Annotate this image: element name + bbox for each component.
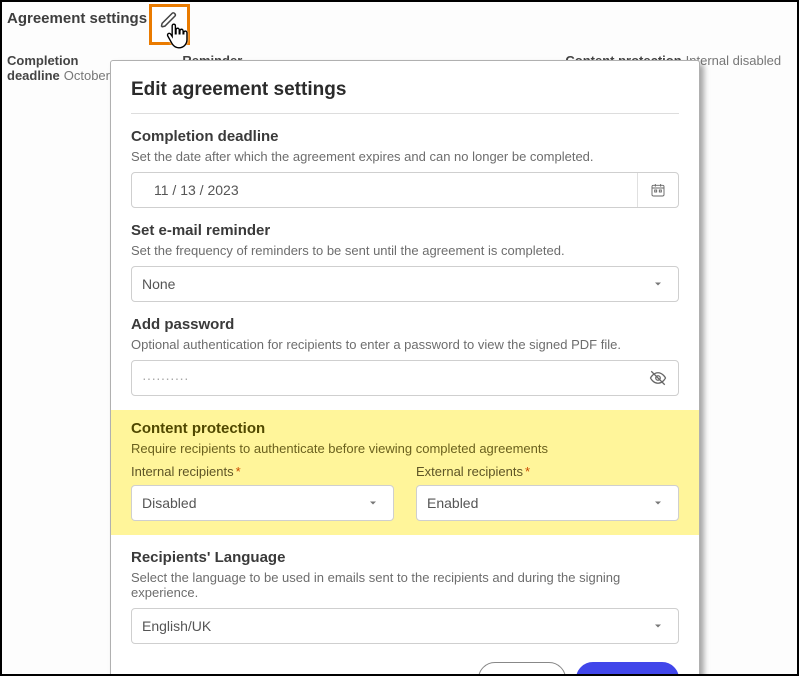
completion-title: Completion deadline <box>131 128 679 145</box>
reminder-value: None <box>142 276 175 292</box>
reminder-title: Set e-mail reminder <box>131 222 679 239</box>
language-desc: Select the language to be used in emails… <box>131 570 679 600</box>
password-title: Add password <box>131 316 679 333</box>
external-recipients-select[interactable]: Enabled <box>416 485 679 521</box>
chevron-down-icon <box>363 493 383 513</box>
internal-recipients-value: Disabled <box>142 495 196 511</box>
external-recipients-value: Enabled <box>427 495 478 511</box>
cancel-button[interactable]: Cancel <box>478 662 566 676</box>
date-yyyy: 2023 <box>207 182 238 198</box>
date-mm: 11 <box>154 182 169 198</box>
chevron-down-icon <box>648 274 668 294</box>
continue-button[interactable]: Continue <box>576 662 679 676</box>
section-completion: Completion deadline Set the date after w… <box>131 128 679 208</box>
edit-settings-modal: Edit agreement settings Completion deadl… <box>110 60 700 676</box>
completion-desc: Set the date after which the agreement e… <box>131 149 679 164</box>
reminder-desc: Set the frequency of reminders to be sen… <box>131 243 679 258</box>
external-recipients-label: External recipients* <box>416 464 679 479</box>
password-desc: Optional authentication for recipients t… <box>131 337 679 352</box>
section-password: Add password Optional authentication for… <box>131 316 679 396</box>
chevron-down-icon <box>648 493 668 513</box>
language-select[interactable]: English/UK <box>131 608 679 644</box>
section-reminder: Set e-mail reminder Set the frequency of… <box>131 222 679 302</box>
divider <box>131 113 679 114</box>
password-input[interactable]: ·········· <box>131 360 679 396</box>
internal-recipients-select[interactable]: Disabled <box>131 485 394 521</box>
pencil-icon <box>160 11 178 34</box>
page-title: Agreement settings <box>7 10 147 27</box>
chevron-down-icon <box>648 616 668 636</box>
completion-date-input[interactable]: 11 / 13 / 2023 <box>131 172 679 208</box>
modal-title: Edit agreement settings <box>131 79 679 101</box>
edit-settings-button[interactable] <box>149 4 190 45</box>
section-content-protection: Content protection Require recipients to… <box>111 410 699 535</box>
password-value: ·········· <box>142 370 189 386</box>
language-title: Recipients' Language <box>131 549 679 566</box>
protection-desc: Require recipients to authenticate befor… <box>131 441 679 456</box>
internal-recipients-label: Internal recipients* <box>131 464 394 479</box>
reminder-select[interactable]: None <box>131 266 679 302</box>
section-language: Recipients' Language Select the language… <box>131 549 679 644</box>
date-dd: 13 <box>180 182 196 198</box>
language-value: English/UK <box>142 618 211 634</box>
protection-title: Content protection <box>131 420 679 437</box>
eye-off-icon[interactable] <box>648 368 668 388</box>
modal-footer: Cancel Continue <box>131 662 679 676</box>
calendar-icon[interactable] <box>637 173 668 207</box>
